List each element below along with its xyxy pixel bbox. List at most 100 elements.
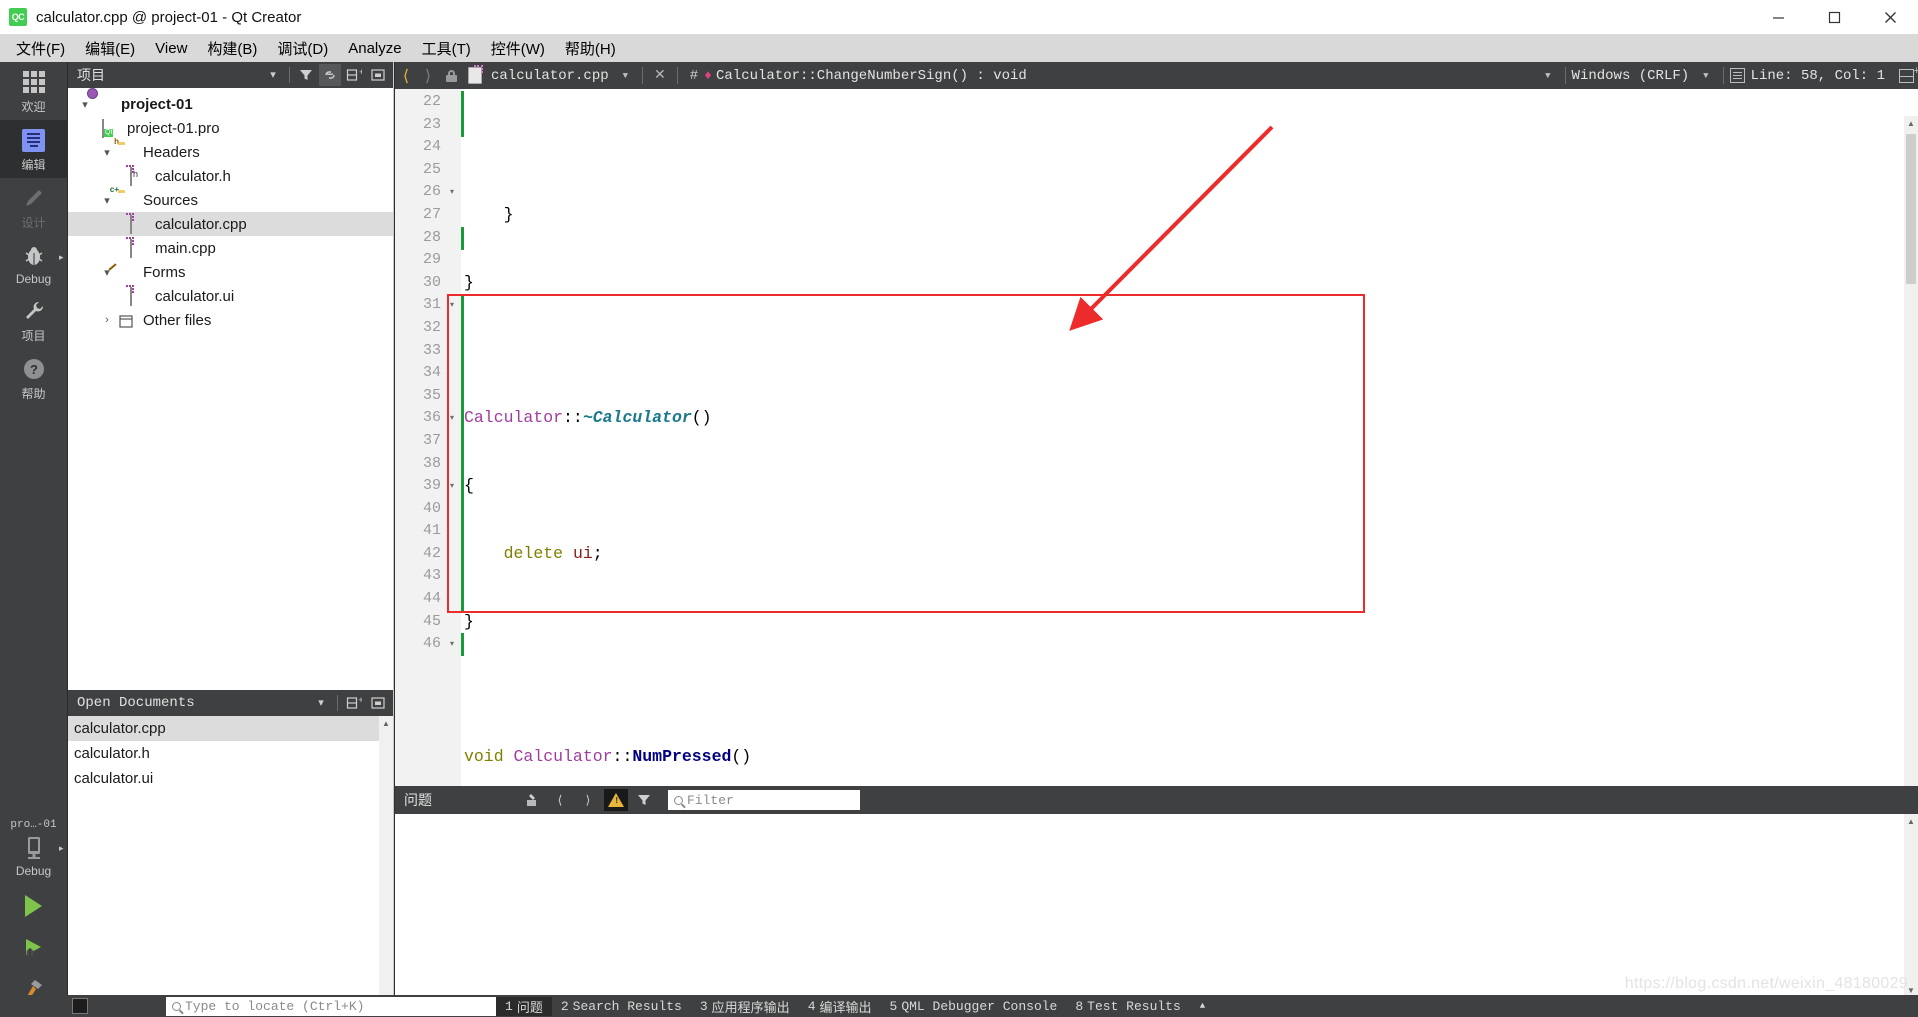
line-ending-chevron-down-icon[interactable]: ▼ <box>1703 71 1708 81</box>
line-number-gutter: 22 23 24 25 26 27 28 29 30 31 32 33 34 3… <box>395 89 447 786</box>
editor-vertical-scrollbar[interactable]: ▲ ▼ <box>1904 116 1918 786</box>
scrollbar-thumb[interactable] <box>1906 134 1916 284</box>
chevron-right-icon[interactable]: › <box>96 314 118 326</box>
mode-projects[interactable]: 项目 <box>0 291 68 349</box>
fold-marker[interactable]: ▾ <box>450 475 458 498</box>
tree-row-calculator-ui[interactable]: calculator.ui <box>68 284 393 308</box>
code-editor[interactable]: 22 23 24 25 26 27 28 29 30 31 32 33 34 3… <box>395 89 1918 786</box>
scroll-up-icon[interactable]: ▲ <box>379 716 393 730</box>
source-code[interactable]: } } Calculator::~Calculator() { delete u… <box>464 91 1918 786</box>
panel-chooser-chevron-down-icon[interactable]: ▾ <box>310 692 332 714</box>
open-doc-calculator-h[interactable]: calculator.h <box>68 741 393 766</box>
line-ending-selector[interactable]: Windows (CRLF) <box>1572 68 1690 84</box>
cursor-position-label[interactable]: Line: 58, Col: 1 <box>1751 68 1885 84</box>
tree-row-forms[interactable]: ▾ Forms <box>68 260 393 284</box>
navigate-back-icon[interactable]: ⟨ <box>395 66 417 86</box>
close-panel-icon[interactable] <box>367 692 389 714</box>
line-number: 28 <box>422 228 441 246</box>
open-doc-calculator-ui[interactable]: calculator.ui <box>68 766 393 791</box>
editor-filename[interactable]: calculator.cpp <box>491 68 609 84</box>
copy-issues-icon[interactable] <box>520 789 544 811</box>
line-number: 35 <box>422 386 441 404</box>
chevron-down-icon[interactable]: ▾ <box>74 98 96 111</box>
code-text-column[interactable]: ▾ ▾ ▾ ▾ ▾ } } Calculator::~Calculator() … <box>447 89 1918 786</box>
filter-issues-icon[interactable] <box>632 789 656 811</box>
fold-marker[interactable]: ▾ <box>450 294 458 317</box>
split-editor-icon[interactable] <box>1899 66 1918 83</box>
sync-with-editor-icon[interactable] <box>319 64 341 86</box>
mode-selector-bar: 欢迎 编辑 设计 ▸ Debug 项目 ? 帮助 pro…-01 ▸ Debug <box>0 62 68 1017</box>
file-chooser-chevron-down-icon[interactable]: ▼ <box>623 71 628 81</box>
filter-icon[interactable] <box>295 64 317 86</box>
mode-help[interactable]: ? 帮助 <box>0 349 68 407</box>
tree-row-main-cpp[interactable]: main.cpp <box>68 236 393 260</box>
tree-row-headers[interactable]: ▾ h Headers <box>68 137 393 164</box>
open-documents-list[interactable]: calculator.cpp calculator.h calculator.u… <box>68 716 393 1007</box>
open-documents-scrollbar[interactable]: ▲ ▼ <box>379 716 393 1007</box>
menu-debug[interactable]: 调试(D) <box>267 35 338 62</box>
output-tab-application-output[interactable]: 3 应用程序输出 <box>691 997 799 1016</box>
previous-issue-icon[interactable]: ⟨ <box>548 789 572 811</box>
mode-edit[interactable]: 编辑 <box>0 120 68 178</box>
output-tab-test-results[interactable]: 8 Test Results <box>1066 999 1189 1014</box>
menu-edit[interactable]: 编辑(E) <box>75 35 145 62</box>
next-issue-icon[interactable]: ⟩ <box>576 789 600 811</box>
scroll-up-icon[interactable]: ▲ <box>1904 116 1918 130</box>
tree-label-project-01: project-01 <box>121 95 193 113</box>
close-button[interactable] <box>1862 0 1918 34</box>
chevron-down-icon[interactable]: ▾ <box>96 266 118 279</box>
issues-list[interactable]: ▲ ▼ <box>395 814 1918 997</box>
tree-row-calculator-cpp[interactable]: calculator.cpp <box>68 212 393 236</box>
issues-scrollbar[interactable]: ▲ ▼ <box>1904 814 1918 997</box>
output-tab-qml-debugger-console[interactable]: 5 QML Debugger Console <box>881 999 1067 1014</box>
split-add-icon[interactable]: + <box>343 692 365 714</box>
toggle-sidebar-icon[interactable] <box>72 998 88 1014</box>
output-tab-search-results[interactable]: 2 Search Results <box>552 999 691 1014</box>
menu-window[interactable]: 控件(W) <box>481 35 555 62</box>
scroll-up-icon[interactable]: ▲ <box>1904 814 1918 828</box>
menu-build[interactable]: 构建(B) <box>197 35 267 62</box>
minimize-button[interactable] <box>1750 0 1806 34</box>
menu-analyze[interactable]: Analyze <box>338 37 411 60</box>
close-panel-icon[interactable] <box>367 64 389 86</box>
close-document-button[interactable]: ✕ <box>649 67 671 84</box>
navigate-forward-icon[interactable]: ⟩ <box>417 66 439 86</box>
symbol-chooser-chevron-down-icon[interactable]: ▼ <box>1545 71 1550 81</box>
open-doc-calculator-cpp[interactable]: calculator.cpp <box>68 716 393 741</box>
fold-marker[interactable]: ▾ <box>450 181 458 204</box>
read-only-lock-icon[interactable] <box>439 69 463 82</box>
menu-file[interactable]: 文件(F) <box>6 35 75 62</box>
symbol-selector[interactable]: Calculator::ChangeNumberSign() : void <box>716 68 1027 84</box>
output-tab-issues[interactable]: 1 问题 <box>496 996 552 1016</box>
fold-marker[interactable]: ▾ <box>450 407 458 430</box>
collapse-output-pane-icon[interactable]: ▲ <box>1200 1001 1205 1011</box>
tree-row-project[interactable]: ▾ project-01 <box>68 92 393 116</box>
projects-panel-title: 项目 <box>77 69 105 85</box>
mode-welcome[interactable]: 欢迎 <box>0 62 68 120</box>
panel-chooser-chevron-down-icon[interactable]: ▾ <box>262 64 284 86</box>
menu-help[interactable]: 帮助(H) <box>555 35 626 62</box>
menu-view[interactable]: View <box>145 37 197 60</box>
issues-filter-input[interactable]: Filter <box>668 790 860 810</box>
toggle-warnings-icon[interactable] <box>604 789 628 811</box>
chevron-down-icon[interactable]: ▾ <box>96 146 118 159</box>
mode-design[interactable]: 设计 <box>0 178 68 236</box>
split-add-icon[interactable]: + <box>343 64 365 86</box>
menu-bar: 文件(F) 编辑(E) View 构建(B) 调试(D) Analyze 工具(… <box>0 34 1918 62</box>
maximize-button[interactable] <box>1806 0 1862 34</box>
run-button[interactable] <box>0 883 68 927</box>
locator-input[interactable]: Type to locate (Ctrl+K) <box>166 996 496 1016</box>
current-file-icon <box>463 65 487 84</box>
fold-marker[interactable]: ▾ <box>450 633 458 656</box>
debug-run-button[interactable] <box>0 927 68 969</box>
mode-debug[interactable]: ▸ Debug <box>0 236 68 291</box>
kit-selector-button[interactable]: ▸ Debug <box>0 833 68 883</box>
code-line: void Calculator::NumPressed() <box>464 747 752 767</box>
output-tab-compile-output[interactable]: 4 编译输出 <box>799 997 881 1016</box>
tree-row-sources[interactable]: ▾ c+ Sources <box>68 185 393 212</box>
tree-row-other-files[interactable]: › Other files <box>68 308 393 332</box>
chevron-down-icon[interactable]: ▾ <box>96 194 118 207</box>
cpp-file-icon <box>130 215 150 234</box>
menu-tools[interactable]: 工具(T) <box>412 35 481 62</box>
